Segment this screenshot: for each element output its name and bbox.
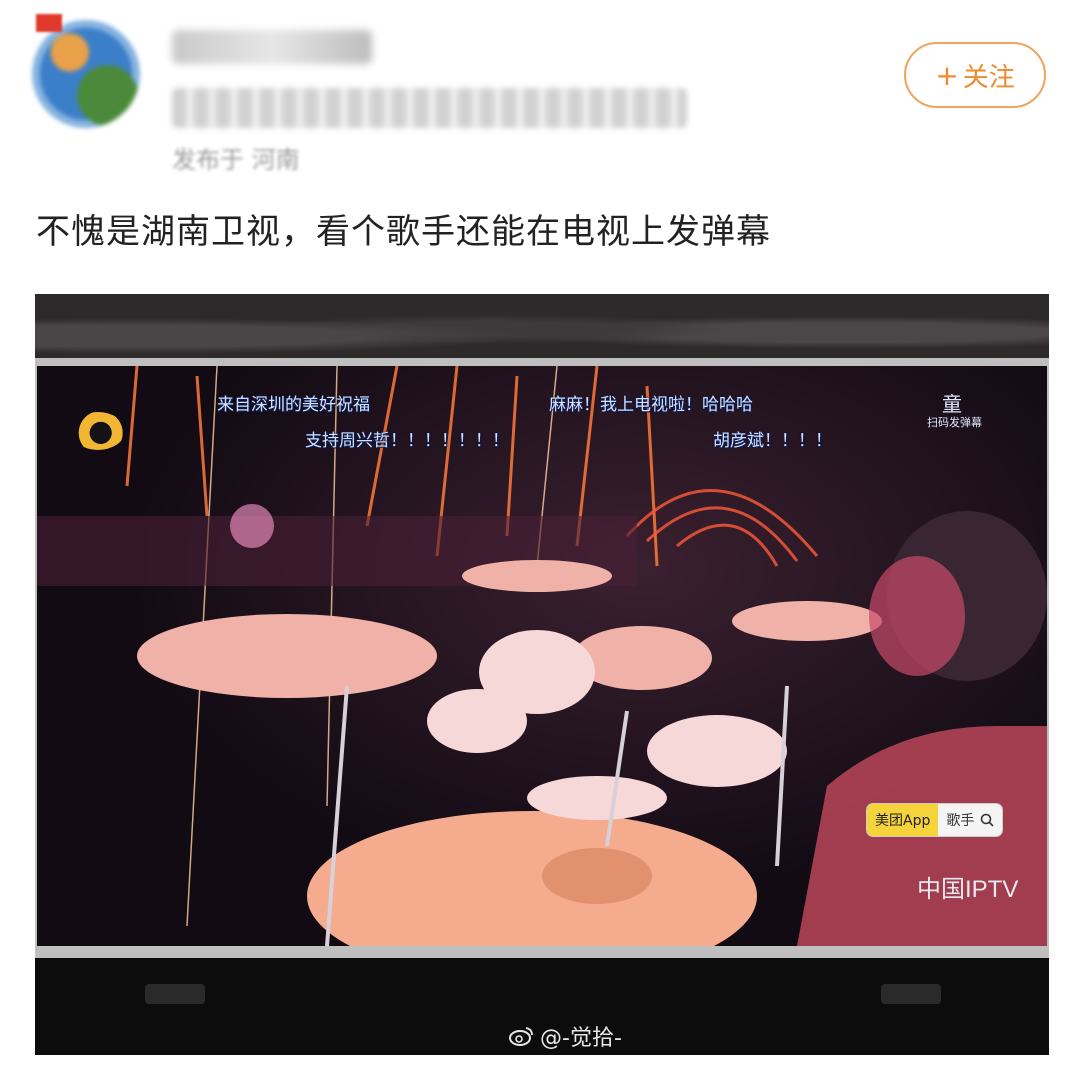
tv-foot-right [881,984,941,1004]
follow-label: 关注 [962,62,1015,93]
username-blurred[interactable] [172,30,372,64]
hunan-tv-logo [71,412,125,450]
wall-background [35,294,1049,364]
post-image[interactable]: 来自深圳的美好祝福 支持周兴哲！！！！！！！ 麻麻！我上电视啦！哈哈哈 胡彦斌！… [35,294,1049,1055]
tv-screen: 来自深圳的美好祝福 支持周兴哲！！！！！！！ 麻麻！我上电视啦！哈哈哈 胡彦斌！… [37,366,1047,946]
sponsor-search-bar: 美团App 歌手 [867,804,1003,836]
user-meta-blurred [172,88,687,128]
search-icon [981,813,994,827]
avatar[interactable] [32,20,140,128]
stage-scene [37,366,1047,946]
follow-button[interactable]: + 关注 [904,42,1046,108]
danmaku-comment: 来自深圳的美好祝福 [217,395,370,415]
sponsor-search-term: 歌手 [946,813,975,829]
watermark-handle: @-觉拾- [540,1026,622,1051]
broadcaster-logo: 中国IPTV [917,876,1019,903]
post-location: 发布于 河南 [172,146,300,174]
danmaku-comment: 胡彦斌！！！！ [713,431,832,451]
danmaku-comment: 麻麻！我上电视啦！哈哈哈 [549,395,753,415]
tv-foot-left [145,984,205,1004]
post-text: 不愧是湖南卫视，看个歌手还能在电视上发弹幕 [36,212,771,252]
corner-label: 童 [942,392,962,416]
sponsor-label: 美团App [867,804,939,836]
weibo-watermark: @-觉拾- [508,1020,622,1052]
plus-icon: + [935,58,959,92]
scan-to-comment-hint: 扫码发弹幕 [927,416,982,429]
danmaku-comment: 支持周兴哲！！！！！！！ [305,431,509,451]
avatar-badge [36,14,62,32]
sponsor-search: 歌手 [938,804,1003,836]
weibo-icon [509,1027,533,1046]
